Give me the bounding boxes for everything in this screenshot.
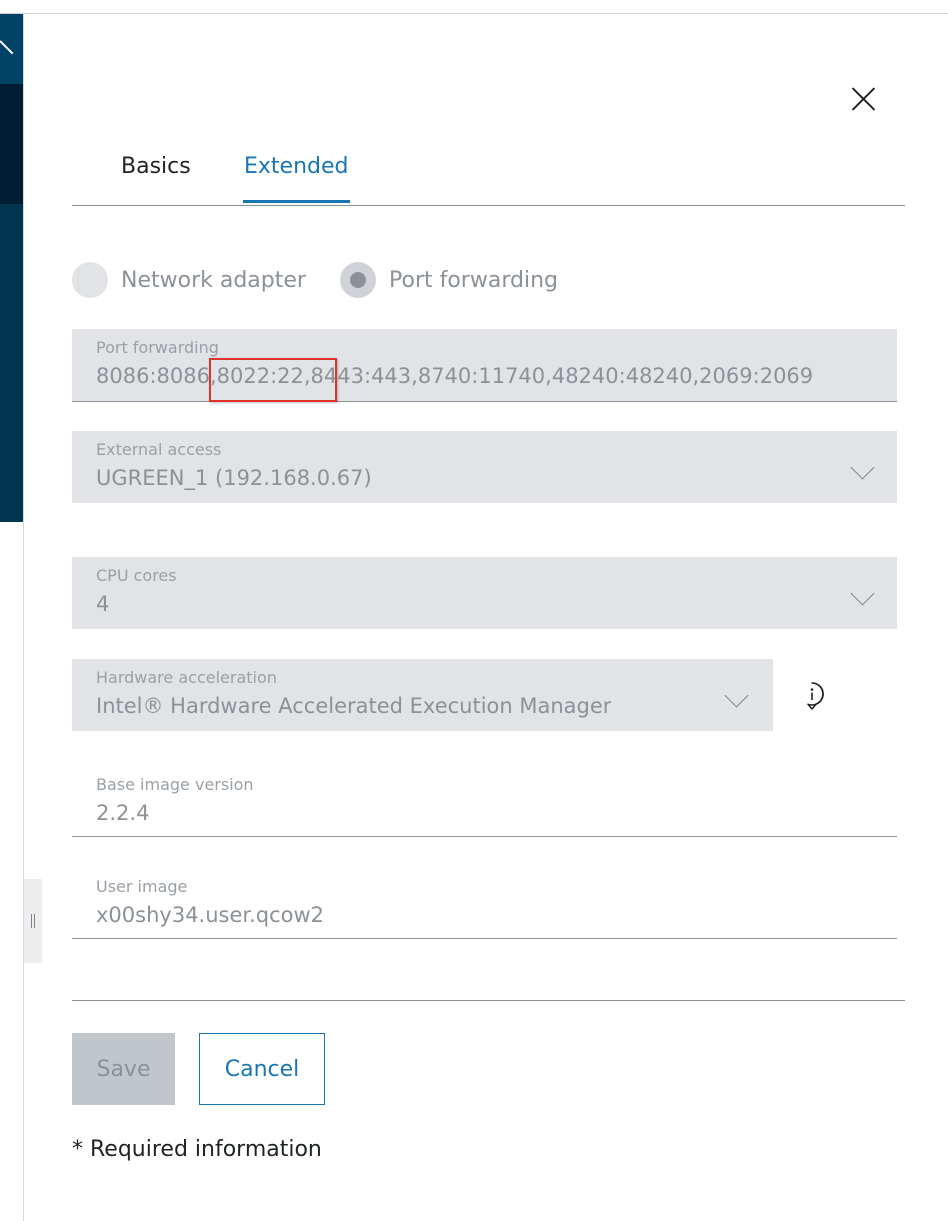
save-button[interactable]: Save <box>72 1033 175 1105</box>
info-icon[interactable] <box>799 681 825 711</box>
field-label: CPU cores <box>96 566 177 585</box>
footer-divider <box>72 1000 905 1001</box>
radio-circle[interactable] <box>72 262 108 298</box>
nav-collapse-toggle[interactable] <box>0 14 23 84</box>
left-navigation-rail <box>0 14 23 1221</box>
radio-label: Network adapter <box>121 267 306 293</box>
cpu-cores-value: 4 <box>96 592 110 616</box>
radio-label: Port forwarding <box>389 267 558 293</box>
nav-active-item[interactable] <box>0 84 23 204</box>
chevron-down-icon[interactable] <box>724 683 749 708</box>
panel-divider <box>23 14 24 1221</box>
port-forwarding-field[interactable]: Port forwarding 8086:8086,8022:22,8443:4… <box>72 329 897 402</box>
cancel-button[interactable]: Cancel <box>199 1033 325 1105</box>
grip-icon <box>31 914 32 928</box>
chevron-down-icon[interactable] <box>850 455 875 480</box>
field-label: External access <box>96 440 222 459</box>
top-border <box>0 0 948 14</box>
radio-network-adapter[interactable]: Network adapter <box>72 262 306 298</box>
field-label: User image <box>96 877 188 896</box>
grip-icon <box>34 914 35 928</box>
field-label: Base image version <box>96 775 254 794</box>
close-icon[interactable] <box>846 82 880 116</box>
field-label: Hardware acceleration <box>96 668 277 687</box>
nav-panel <box>0 14 23 522</box>
hardware-acceleration-value: Intel® Hardware Accelerated Execution Ma… <box>96 694 612 718</box>
cpu-cores-select[interactable]: CPU cores 4 <box>72 557 897 629</box>
field-label: Port forwarding <box>96 338 219 357</box>
resize-handle[interactable] <box>24 879 42 963</box>
user-image-field: User image x00shy34.user.qcow2 <box>72 868 897 939</box>
hardware-acceleration-select[interactable]: Hardware acceleration Intel® Hardware Ac… <box>72 659 773 731</box>
tab-bar: Basics Extended <box>72 140 905 206</box>
tab-basics[interactable]: Basics <box>121 154 191 202</box>
collapse-icon <box>0 40 14 55</box>
port-forwarding-input[interactable]: 8086:8086,8022:22,8443:443,8740:11740,48… <box>96 364 872 388</box>
tab-extended[interactable]: Extended <box>243 154 349 203</box>
base-image-version-value: 2.2.4 <box>96 801 150 825</box>
chevron-down-icon[interactable] <box>850 581 875 606</box>
user-image-value: x00shy34.user.qcow2 <box>96 903 325 927</box>
external-access-select[interactable]: External access UGREEN_1 (192.168.0.67) <box>72 431 897 503</box>
required-information-note: * Required information <box>72 1137 322 1162</box>
external-access-value: UGREEN_1 (192.168.0.67) <box>96 466 372 490</box>
radio-port-forwarding[interactable]: Port forwarding <box>340 262 558 298</box>
radio-circle-checked[interactable] <box>340 262 376 298</box>
network-mode-radio-group: Network adapter Port forwarding <box>72 262 632 298</box>
base-image-version-field: Base image version 2.2.4 <box>72 766 897 837</box>
